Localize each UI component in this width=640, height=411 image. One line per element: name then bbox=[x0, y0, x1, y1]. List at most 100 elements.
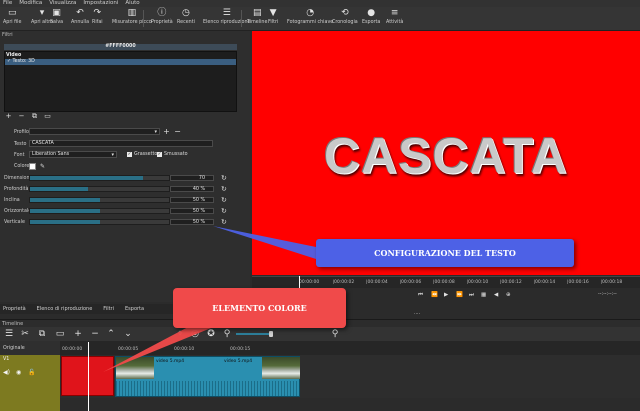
tab-playlist[interactable]: Elenco di riproduzione bbox=[37, 306, 93, 312]
toolbar-button-6[interactable]: ⓘ Proprietà bbox=[151, 8, 173, 27]
audio-waveform bbox=[116, 381, 299, 396]
reset-icon[interactable]: ↻ bbox=[221, 175, 228, 182]
bold-checkbox[interactable]: ✓ Grassetto bbox=[127, 152, 157, 157]
preview-ruler[interactable]: 00:00:00 |00:00:02 |00:00:04 |00:00:06 |00:0… bbox=[252, 276, 640, 288]
scrub-icon[interactable]: ⌖ bbox=[175, 329, 185, 339]
menu-help[interactable]: Aiuto bbox=[125, 0, 139, 7]
toolbar-button-11[interactable]: ◔ Fotogrammi chiave bbox=[287, 8, 333, 27]
recent-icon: ◷ bbox=[182, 8, 190, 18]
profile-select[interactable]: ▾ bbox=[29, 128, 160, 135]
skip-end-icon[interactable]: ⏭ bbox=[469, 292, 474, 299]
lock-icon[interactable]: 🔓 bbox=[28, 369, 35, 376]
slider-value[interactable]: 70 bbox=[170, 175, 214, 181]
ruler-tick-label: |00:00:12 bbox=[500, 280, 522, 285]
slider-value[interactable]: 40 % bbox=[170, 186, 214, 192]
text-input[interactable]: CASCATA bbox=[29, 140, 213, 147]
copy-filter-icon[interactable]: ⧉ bbox=[30, 112, 39, 120]
callout-color-element-label: ELEMENTO COLORE bbox=[212, 303, 307, 313]
smooth-checkbox[interactable]: ✓ Smussato bbox=[157, 152, 188, 157]
toolbar-button-9[interactable]: ▤ Timeline bbox=[247, 8, 267, 27]
remove-preset-icon[interactable]: − bbox=[174, 128, 181, 136]
menu-view[interactable]: Visualizza bbox=[49, 0, 76, 7]
toolbar-button-4[interactable]: ↷ Rifai bbox=[92, 8, 103, 27]
toolbar-button-3[interactable]: ↶ Annulla bbox=[71, 8, 89, 27]
color-swatch[interactable] bbox=[29, 163, 36, 170]
zoom-slider[interactable] bbox=[236, 333, 272, 335]
add-icon[interactable]: + bbox=[73, 329, 83, 339]
tab-filters[interactable]: Filtri bbox=[103, 306, 114, 312]
ruler-tick-label: |00:00:14 bbox=[533, 280, 556, 285]
paste-filter-icon[interactable]: ▭ bbox=[43, 112, 52, 120]
slider-track[interactable] bbox=[29, 186, 170, 192]
preview-playhead[interactable] bbox=[299, 276, 300, 288]
ruler-tick-label: |00:00:02 bbox=[332, 280, 355, 285]
zoom-icon[interactable]: ⊕ bbox=[506, 292, 511, 298]
main-toolbar: ▭ Apri file ▾ Apri altro ▣ Salva ↶ Annulla ↷ Rifa… bbox=[0, 7, 640, 31]
slider-value[interactable]: 50 % bbox=[170, 197, 214, 203]
filter-item-text-3d[interactable]: ✓ Testo: 3D bbox=[5, 59, 236, 65]
menu-edit[interactable]: Modifica bbox=[19, 0, 42, 7]
menu-icon[interactable]: ☰ bbox=[4, 329, 14, 339]
font-value: Liberation Sans bbox=[32, 152, 70, 157]
timeline-icon: ▤ bbox=[252, 8, 262, 18]
slider-fill bbox=[30, 220, 100, 224]
add-preset-icon[interactable]: + bbox=[163, 128, 170, 136]
ripple-all-icon[interactable]: ✪ bbox=[206, 329, 216, 339]
paste-icon[interactable]: ▭ bbox=[55, 329, 65, 339]
toolbar-button-5[interactable]: ▥ Misuratore picco bbox=[112, 8, 152, 27]
timeline-ruler[interactable]: 00:00:00 00:00:05 00:00:10 00:00:15 bbox=[60, 341, 640, 355]
toolbar-button-12[interactable]: ⟲ Cronologia bbox=[332, 8, 358, 27]
grid-icon[interactable]: ▦ bbox=[481, 292, 486, 298]
tab-properties[interactable]: Proprietà bbox=[3, 306, 26, 312]
zoom-in-icon[interactable]: ⚲ bbox=[330, 329, 340, 339]
eye-icon[interactable]: ◉ bbox=[16, 369, 21, 376]
mute-icon[interactable]: ◀) bbox=[3, 369, 10, 376]
track-header-v1: V1 ◀) ◉ 🔓 bbox=[0, 355, 60, 411]
reset-icon[interactable]: ↻ bbox=[221, 186, 228, 193]
slider-track[interactable] bbox=[29, 175, 170, 181]
toolbar-button-10[interactable]: ▼ Filtri bbox=[268, 8, 278, 27]
cut-icon[interactable]: ✂ bbox=[20, 329, 30, 339]
slider-label: Inclina bbox=[4, 198, 20, 203]
slider-track[interactable] bbox=[29, 219, 170, 225]
toolbar-button-8[interactable]: ☰ Elenco riproduzione bbox=[203, 8, 250, 27]
toolbar-label: Esporta bbox=[362, 20, 381, 25]
zoom-slider-handle[interactable] bbox=[269, 331, 273, 337]
toolbar-button-14[interactable]: ≡ Attività bbox=[386, 8, 403, 27]
ripple-icon[interactable]: ◎ bbox=[190, 329, 200, 339]
rewind-icon[interactable]: ⏪ bbox=[431, 292, 438, 298]
lift-icon[interactable]: ⌃ bbox=[106, 329, 116, 339]
menu-settings[interactable]: Impostazioni bbox=[83, 0, 118, 7]
reset-icon[interactable]: ↻ bbox=[221, 197, 228, 204]
zoom-out-icon[interactable]: ⚲ bbox=[222, 329, 232, 339]
toolbar-button-7[interactable]: ◷ Recenti bbox=[177, 8, 195, 27]
clip-video[interactable]: video 5.mp4 video 5.mp4 bbox=[115, 356, 300, 397]
add-filter-icon[interactable]: + bbox=[4, 112, 13, 120]
timeline-tick-label: 00:00:15 bbox=[230, 347, 251, 352]
toolbar-label: Proprietà bbox=[151, 20, 173, 25]
volume-icon[interactable]: ◀ bbox=[494, 292, 498, 298]
remove-filter-icon[interactable]: − bbox=[17, 112, 26, 120]
slider-track[interactable] bbox=[29, 197, 170, 203]
menu-file[interactable]: File bbox=[3, 0, 12, 7]
eyedropper-icon[interactable]: ✎ bbox=[40, 163, 47, 170]
slider-track[interactable] bbox=[29, 208, 170, 214]
timeline-playhead[interactable] bbox=[88, 342, 89, 411]
toolbar-button-2[interactable]: ▣ Salva bbox=[50, 8, 63, 27]
skip-start-icon[interactable]: ⏮ bbox=[418, 292, 423, 299]
reset-icon[interactable]: ↻ bbox=[221, 208, 228, 215]
toolbar-button-0[interactable]: ▭ Apri file bbox=[3, 8, 21, 27]
slider-value[interactable]: 50 % bbox=[170, 219, 214, 225]
filter-icon: ▼ bbox=[269, 8, 277, 18]
fast-forward-icon[interactable]: ⏩ bbox=[456, 292, 463, 298]
tab-export[interactable]: Esporta bbox=[125, 306, 144, 312]
overwrite-icon[interactable]: ⌄ bbox=[123, 329, 133, 339]
color-hex-display: #FFFF0000 bbox=[4, 44, 237, 50]
play-icon[interactable]: ▶ bbox=[444, 292, 448, 298]
reset-icon[interactable]: ↻ bbox=[221, 219, 228, 226]
font-select[interactable]: Liberation Sans ▾ bbox=[29, 151, 117, 158]
copy-icon[interactable]: ⧉ bbox=[37, 329, 47, 339]
slider-value[interactable]: 50 % bbox=[170, 208, 214, 214]
remove-icon[interactable]: − bbox=[90, 329, 100, 339]
toolbar-button-13[interactable]: ● Esporta bbox=[362, 8, 380, 27]
